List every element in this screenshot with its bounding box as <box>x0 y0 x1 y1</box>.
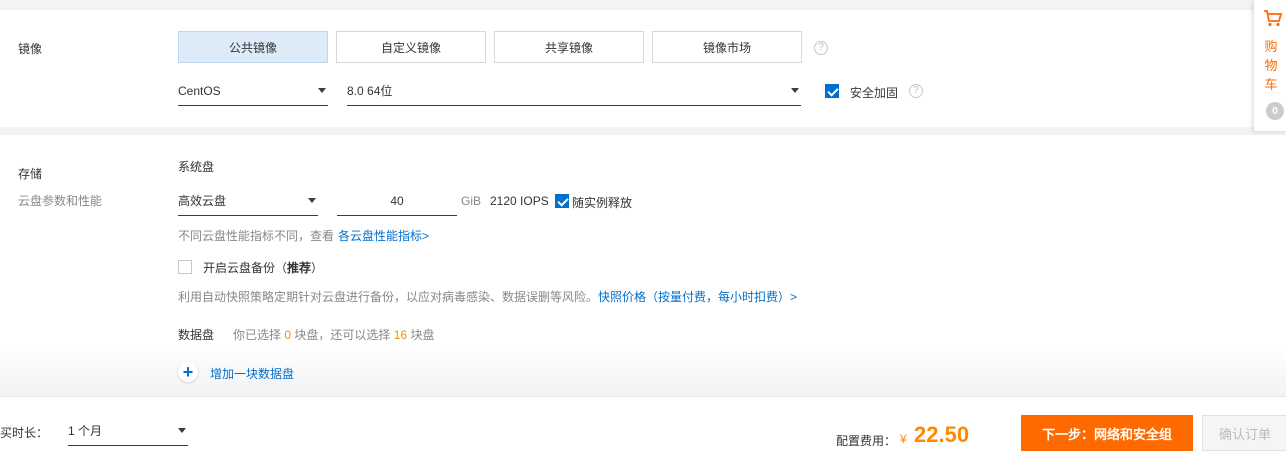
duration-select[interactable]: 1 个月 <box>68 416 188 446</box>
selected-disk-count: 0 <box>284 328 292 342</box>
security-help-icon[interactable]: ? <box>909 84 923 98</box>
disk-backup-recommend: 推荐 <box>287 261 312 275</box>
cart-label-char: 物 <box>1264 58 1278 73</box>
disk-iops: 2120 IOPS <box>490 194 549 208</box>
cart-icon <box>1264 10 1283 27</box>
price-value: 22.50 <box>914 422 970 447</box>
disk-size-input[interactable]: 40 <box>337 186 457 216</box>
tab-public-image[interactable]: 公共镜像 <box>178 31 328 63</box>
snapshot-price-link[interactable]: 快照价格（按量付费，每小时扣费）> <box>598 288 797 305</box>
disk-backup-checkbox[interactable] <box>178 260 192 274</box>
chevron-down-icon <box>791 88 799 93</box>
chevron-down-icon <box>308 198 316 203</box>
add-data-disk-icon[interactable]: + <box>178 362 198 382</box>
fee-label: 配置费用： <box>836 434 897 448</box>
disk-backup-label-close: ） <box>311 261 324 275</box>
shopping-cart-panel[interactable]: 购 物 车 0 <box>1254 0 1286 131</box>
disk-type-select[interactable]: 高效云盘 <box>178 186 318 216</box>
cart-count-badge: 0 <box>1266 102 1284 120</box>
backup-description: 利用自动快照策略定期针对云盘进行备份，以应对病毒感染、数据误删等风险。 <box>178 290 599 304</box>
chevron-down-icon <box>318 88 326 93</box>
next-step-button[interactable]: 下一步：网络和安全组 <box>1021 415 1193 451</box>
security-hardening-checkbox[interactable] <box>825 84 839 98</box>
perf-note: 不同云盘性能指标不同，查看 <box>178 229 335 243</box>
data-disk-suffix: 块盘 <box>410 328 435 342</box>
currency-symbol: ¥ <box>900 432 907 446</box>
disk-backup-label-text: 开启云盘备份（ <box>203 261 288 275</box>
add-data-disk-button[interactable]: 增加一块数据盘 <box>210 365 294 382</box>
storage-section-label: 存储 <box>18 167 43 181</box>
top-divider-band <box>0 0 1286 10</box>
data-disk-prefix: 你已选择 <box>233 328 282 342</box>
chevron-down-icon <box>178 428 186 433</box>
data-disk-label: 数据盘 <box>178 328 215 342</box>
system-disk-label: 系统盘 <box>178 160 215 174</box>
image-help-icon[interactable]: ? <box>814 41 828 55</box>
os-select[interactable]: CentOS <box>178 76 328 106</box>
tab-image-market[interactable]: 镜像市场 <box>652 31 802 63</box>
image-section-label: 镜像 <box>18 42 43 56</box>
tab-shared-image[interactable]: 共享镜像 <box>494 31 644 63</box>
cart-label-char: 车 <box>1264 77 1278 92</box>
disk-type-value: 高效云盘 <box>178 194 227 208</box>
os-version-select[interactable]: 8.0 64位 <box>347 76 801 106</box>
confirm-order-button[interactable]: 确认订单 <box>1202 415 1286 451</box>
duration-value: 1 个月 <box>68 424 103 438</box>
disk-size-unit: GiB <box>461 194 482 208</box>
perf-link[interactable]: 各云盘性能指标> <box>338 227 429 244</box>
cart-label-char: 购 <box>1264 39 1278 54</box>
section-divider-band <box>0 127 1286 135</box>
data-disk-mid: 块盘，还可以选择 <box>294 328 391 342</box>
release-with-instance-checkbox[interactable] <box>555 194 569 208</box>
disk-backup-label: 开启云盘备份（推荐） <box>203 259 323 276</box>
data-disk-status: 你已选择 0 块盘，还可以选择 16 块盘 <box>233 326 434 343</box>
release-with-instance-label: 随实例释放 <box>572 196 633 210</box>
tab-custom-image[interactable]: 自定义镜像 <box>336 31 486 63</box>
duration-label: 购买时长： <box>0 426 49 440</box>
security-hardening-label: 安全加固 <box>850 86 899 100</box>
storage-section-sublabel: 云盘参数和性能 <box>18 194 103 208</box>
os-select-value: CentOS <box>178 83 221 98</box>
os-version-value: 8.0 64位 <box>347 84 393 98</box>
remaining-disk-count: 16 <box>393 328 408 342</box>
